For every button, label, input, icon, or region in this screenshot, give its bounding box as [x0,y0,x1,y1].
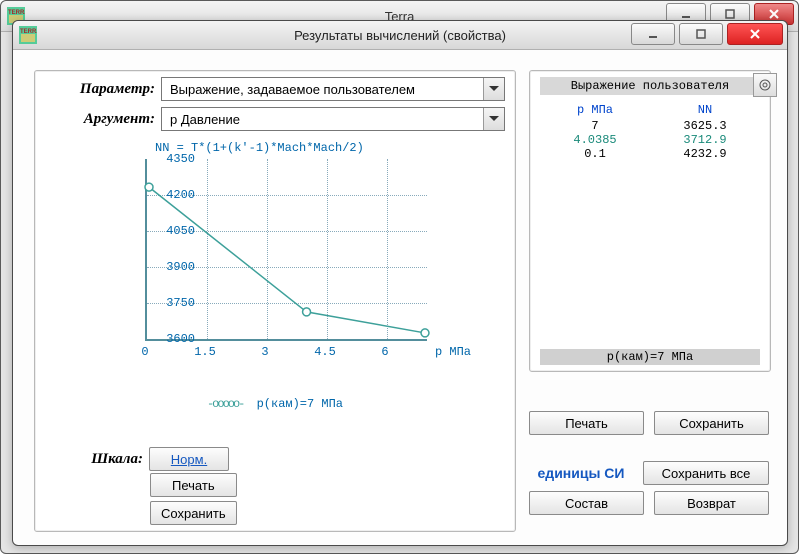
param-combo[interactable]: Выражение, задаваемое пользователем [161,77,505,101]
chevron-down-icon[interactable] [483,78,504,100]
results-titlebar[interactable]: TERRA Результаты вычислений (свойства) [13,21,787,50]
return-button[interactable]: Возврат [654,491,769,515]
chart: NN = T*(1+(k'-1)*Mach*Mach/2) p МПа 3600… [65,141,485,411]
chart-legend: -ooooo- p(кам)=7 МПа [65,397,485,411]
x-axis-label: p МПа [435,345,471,359]
composition-button[interactable]: Состав [529,491,644,515]
results-window: TERRA Результаты вычислений (свойства) П… [12,20,788,546]
param-label: Параметр: [45,81,161,98]
data-print-button[interactable]: Печать [529,411,644,435]
table-row[interactable]: 0.14232.9 [540,147,760,161]
legend-text: p(кам)=7 МПа [257,397,343,411]
x-tick: 6 [381,345,388,359]
table-row[interactable]: 4.03853712.9 [540,133,760,147]
chart-print-button[interactable]: Печать [150,473,237,497]
legend-marker: -ooooo- [207,397,243,411]
y-tick: 4200 [155,188,195,202]
maximize-button[interactable] [679,23,723,45]
chart-panel: Параметр: Выражение, задаваемое пользова… [34,70,516,532]
svg-text:TERRA: TERRA [20,29,37,35]
argument-combo[interactable]: p Давление [161,107,505,131]
chart-series [145,159,425,339]
data-panel-title: Выражение пользователя [540,77,760,95]
target-icon [758,78,772,92]
param-combo-value: Выражение, задаваемое пользователем [162,82,423,97]
x-tick: 4.5 [314,345,336,359]
y-tick: 3750 [155,296,195,310]
chart-save-button[interactable]: Сохранить [150,501,237,525]
data-save-button[interactable]: Сохранить [654,411,769,435]
app-icon: TERRA [19,26,37,44]
data-panel-footer: p(кам)=7 МПа [540,349,760,365]
y-tick: 3600 [155,332,195,346]
x-tick: 0 [141,345,148,359]
x-tick: 3 [261,345,268,359]
chevron-down-icon[interactable] [483,108,504,130]
table-header: p МПа NN [540,101,760,119]
units-si-label[interactable]: единицы СИ [529,461,633,485]
scale-normal-button[interactable]: Норм. [149,447,229,471]
save-all-button[interactable]: Сохранить все [643,461,769,485]
col-header-nn: NN [650,103,760,117]
data-panel: Выражение пользователя p МПа NN 73625.34… [529,70,771,372]
chart-title: NN = T*(1+(k'-1)*Mach*Mach/2) [155,141,485,155]
minimize-button[interactable] [631,23,675,45]
y-tick: 4050 [155,224,195,238]
settings-button[interactable] [753,73,777,97]
scale-label: Шкала: [43,451,149,468]
x-tick: 1.5 [194,345,216,359]
argument-combo-value: p Давление [162,112,248,127]
argument-label: Аргумент: [45,111,161,128]
y-tick: 4350 [155,152,195,166]
y-tick: 3900 [155,260,195,274]
close-button[interactable] [727,23,783,45]
col-header-p: p МПа [540,103,650,117]
table-row[interactable]: 73625.3 [540,119,760,133]
